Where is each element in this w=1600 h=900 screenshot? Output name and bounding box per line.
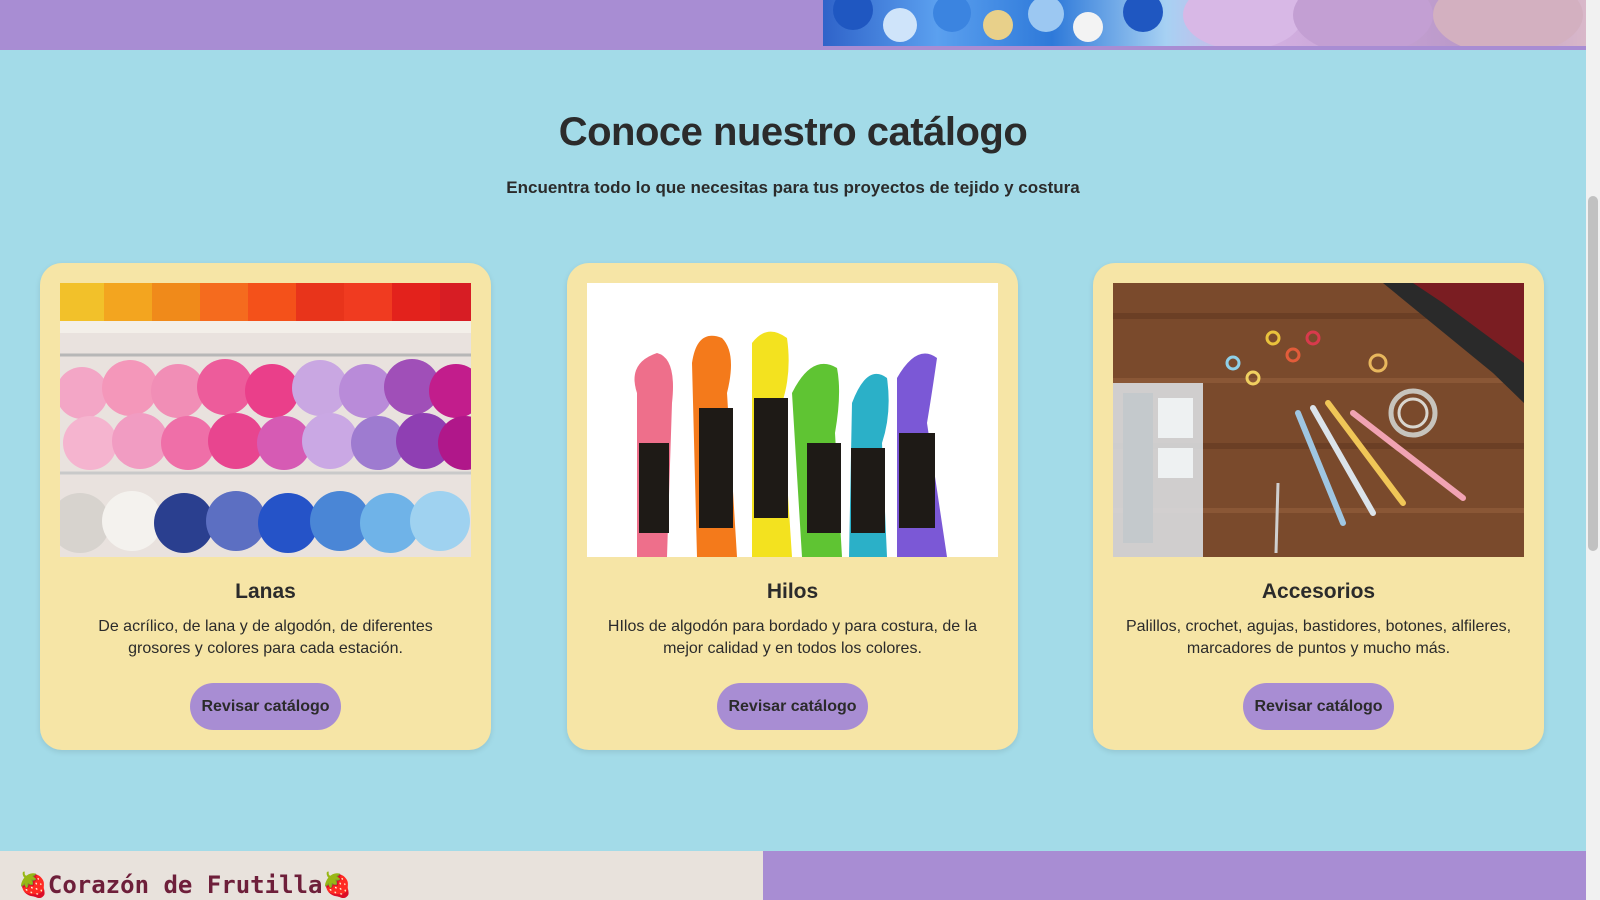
yarn-skeins-photo bbox=[60, 283, 471, 557]
catalog-card-lanas: Lanas De acrílico, de lana y de algodón,… bbox=[40, 263, 491, 750]
card-title: Accesorios bbox=[1261, 580, 1376, 603]
footer-brand-image: 🍓Corazón de Frutilla🍓 bbox=[0, 851, 763, 900]
card-title: Lanas bbox=[235, 580, 296, 603]
catalog-card-hilos: Hilos HIlos de algodón para bordado y pa… bbox=[567, 263, 1018, 750]
catalog-card-accesorios: Accesorios Palillos, crochet, agujas, ba… bbox=[1093, 263, 1544, 750]
banner-yarn-photo bbox=[823, 0, 1586, 46]
embroidery-threads-photo bbox=[587, 283, 998, 557]
catalog-subtitle: Encuentra todo lo que necesitas para tus… bbox=[506, 178, 1080, 197]
review-catalog-button-accesorios[interactable]: Revisar catálogo bbox=[1243, 683, 1394, 730]
footer-panel bbox=[763, 851, 1586, 900]
card-title: Hilos bbox=[766, 580, 819, 603]
review-catalog-button-lanas[interactable]: Revisar catálogo bbox=[190, 683, 341, 730]
card-description: HIlos de algodón para bordado y para cos… bbox=[607, 618, 978, 657]
review-catalog-button-hilos[interactable]: Revisar catálogo bbox=[717, 683, 868, 730]
scrollbar-thumb[interactable] bbox=[1588, 196, 1598, 551]
card-description: De acrílico, de lana y de algodón, de di… bbox=[98, 618, 433, 657]
brand-logo-text: 🍓Corazón de Frutilla🍓 bbox=[18, 871, 353, 899]
knitting-accessories-photo bbox=[1113, 283, 1524, 557]
catalog-title: Conoce nuestro catálogo bbox=[558, 110, 1028, 154]
page-scrollbar[interactable] bbox=[1586, 0, 1600, 900]
card-description: Palillos, crochet, agujas, bastidores, b… bbox=[1125, 618, 1512, 657]
catalog-section: Conoce nuestro catálogo Encuentra todo l… bbox=[0, 50, 1586, 851]
